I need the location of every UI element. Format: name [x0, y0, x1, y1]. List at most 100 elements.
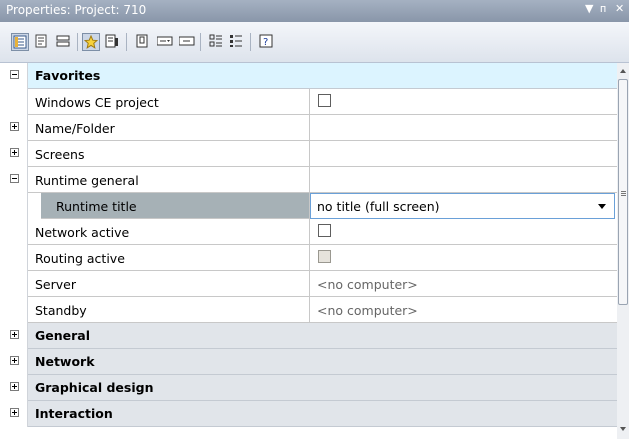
- window-titlebar: Properties: Project: 710 ▼ ᴨ ✕: [0, 0, 629, 22]
- server-value[interactable]: <no computer>: [317, 277, 418, 292]
- properties-toolbar: ?: [0, 22, 629, 63]
- book-button[interactable]: [134, 33, 152, 51]
- property-row-server[interactable]: Server <no computer>: [0, 271, 617, 297]
- favorites-button[interactable]: [82, 33, 100, 51]
- grip-icon: [621, 191, 626, 192]
- property-row-runtime-title[interactable]: Runtime title no title (full screen): [0, 193, 617, 219]
- property-name-cell: Routing active: [28, 245, 310, 271]
- input-field-alt-button[interactable]: [178, 33, 196, 51]
- input-field-alt-icon: [179, 36, 195, 46]
- row-margin: [0, 141, 28, 167]
- properties-grid-icon: [13, 35, 27, 49]
- alphabetical-icon: [230, 35, 242, 47]
- property-name-cell: Network active: [28, 219, 310, 245]
- row-margin: [0, 63, 28, 89]
- property-label: Screens: [35, 147, 85, 162]
- property-label: Routing active: [35, 251, 125, 266]
- dropdown-value: no title (full screen): [317, 199, 440, 214]
- book-icon: [136, 34, 148, 48]
- alphabetical-button[interactable]: [228, 33, 246, 51]
- page-icon: [35, 34, 47, 48]
- indent-spacer: [28, 193, 41, 219]
- help-button[interactable]: ?: [258, 33, 276, 51]
- category-network[interactable]: Network: [0, 349, 617, 375]
- property-label: Network active: [35, 225, 130, 240]
- toolbar-separator: [200, 33, 201, 51]
- toolbar-separator: [250, 33, 251, 51]
- pin-icon[interactable]: ᴨ: [600, 2, 606, 15]
- routing-active-checkbox: [318, 250, 331, 263]
- property-row-routing-active[interactable]: Routing active: [0, 245, 617, 271]
- row-margin: [0, 245, 28, 271]
- property-label: Server: [35, 277, 76, 292]
- category-label: Interaction: [35, 406, 113, 421]
- expand-icon[interactable]: [10, 330, 19, 339]
- window-menu-icon[interactable]: ▼: [585, 2, 593, 15]
- property-grid: Favorites Windows CE project Name/Folder…: [0, 63, 617, 439]
- expand-icon[interactable]: [10, 408, 19, 417]
- standby-value[interactable]: <no computer>: [317, 303, 418, 318]
- property-row-screens[interactable]: Screens: [0, 141, 617, 167]
- expand-icon[interactable]: [10, 382, 19, 391]
- input-field-icon: [157, 36, 173, 46]
- help-icon: ?: [259, 34, 273, 48]
- property-value-cell: [310, 141, 617, 167]
- property-label: Standby: [35, 303, 87, 318]
- property-row-network-active[interactable]: Network active: [0, 219, 617, 245]
- categorized-button[interactable]: [208, 33, 226, 51]
- property-name-cell: Server: [28, 271, 310, 297]
- window-title: Properties: Project: 710: [6, 3, 147, 17]
- scroll-down-icon[interactable]: [620, 427, 626, 431]
- category-general[interactable]: General: [0, 323, 617, 349]
- property-page-button[interactable]: [104, 33, 122, 51]
- property-value-cell: [310, 219, 617, 245]
- collapse-icon[interactable]: [10, 70, 19, 79]
- network-active-checkbox[interactable]: [318, 224, 331, 237]
- property-label: Runtime title: [56, 199, 137, 214]
- property-row-name-folder[interactable]: Name/Folder: [0, 115, 617, 141]
- expand-icon[interactable]: [10, 148, 19, 157]
- layout-button[interactable]: [55, 33, 73, 51]
- property-row-runtime-general[interactable]: Runtime general: [0, 167, 617, 193]
- category-label: Graphical design: [35, 380, 154, 395]
- scroll-up-icon[interactable]: [620, 69, 626, 73]
- property-name-cell: Screens: [28, 141, 310, 167]
- row-margin: [0, 401, 28, 427]
- property-value-cell: [310, 245, 617, 271]
- chevron-down-icon[interactable]: [598, 204, 606, 209]
- input-field-button[interactable]: [156, 33, 174, 51]
- page-button[interactable]: [33, 33, 51, 51]
- property-value-cell: [310, 89, 617, 115]
- property-label: Windows CE project: [35, 95, 159, 110]
- runtime-title-dropdown[interactable]: no title (full screen): [310, 193, 615, 219]
- favorite-star-icon: [84, 35, 98, 49]
- toolbar-separator: [126, 33, 127, 51]
- category-favorites[interactable]: Favorites: [0, 63, 617, 89]
- property-value-cell: [310, 115, 617, 141]
- row-margin: [0, 89, 28, 115]
- collapse-icon[interactable]: [10, 174, 19, 183]
- layout-icon: [56, 35, 70, 47]
- scrollbar-thumb[interactable]: [618, 79, 628, 305]
- category-label: Network: [35, 354, 95, 369]
- property-row-standby[interactable]: Standby <no computer>: [0, 297, 617, 323]
- property-label: Runtime general: [35, 173, 139, 188]
- category-graphical-design[interactable]: Graphical design: [0, 375, 617, 401]
- expand-icon[interactable]: [10, 122, 19, 131]
- property-label: Name/Folder: [35, 121, 115, 136]
- row-margin: [0, 271, 28, 297]
- properties-grid-button[interactable]: [11, 33, 29, 51]
- svg-text:?: ?: [263, 37, 268, 48]
- category-interaction[interactable]: Interaction: [0, 401, 617, 427]
- windows-ce-checkbox[interactable]: [318, 94, 331, 107]
- categorized-icon: [209, 34, 222, 47]
- property-row-windows-ce[interactable]: Windows CE project: [0, 89, 617, 115]
- property-page-icon: [105, 34, 118, 48]
- expand-icon[interactable]: [10, 356, 19, 365]
- vertical-scrollbar[interactable]: [617, 63, 629, 439]
- property-name-cell: Standby: [28, 297, 310, 323]
- row-margin: [0, 297, 28, 323]
- row-margin: [0, 219, 28, 245]
- close-icon[interactable]: ✕: [615, 2, 624, 15]
- property-value-cell: [310, 167, 617, 193]
